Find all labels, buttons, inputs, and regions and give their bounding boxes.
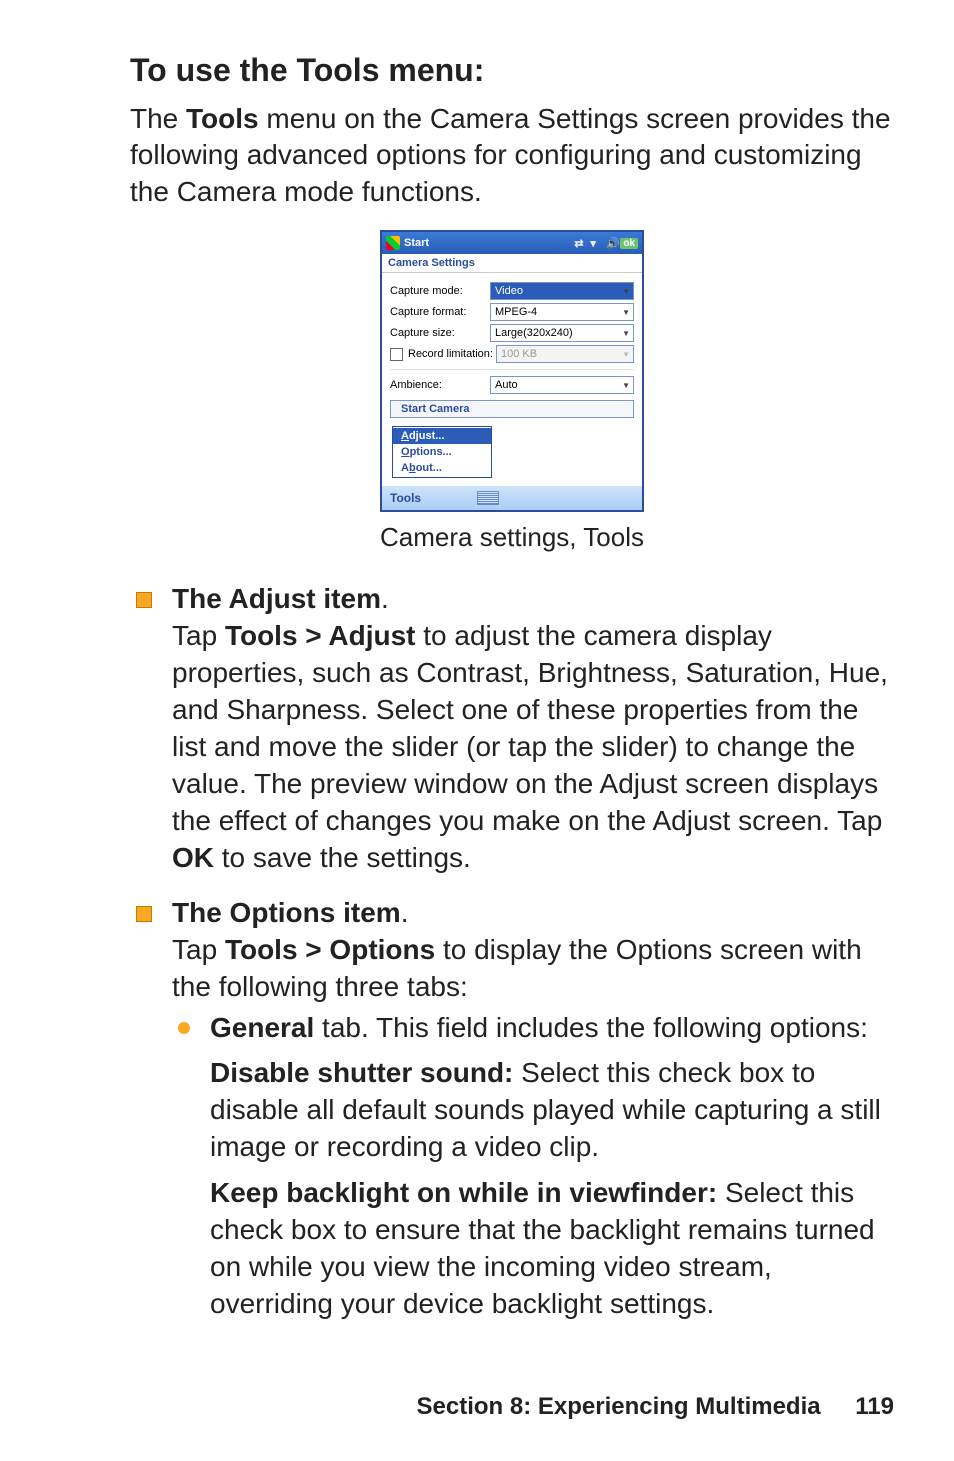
disable-shutter-paragraph: Disable shutter sound: Select this check… — [210, 1055, 894, 1166]
page-footer: Section 8: Experiencing Multimedia 119 — [130, 1393, 894, 1421]
row-capture-size: Capture size: Large(320x240) — [390, 324, 634, 342]
label-record-limit: Record limitation: — [408, 348, 496, 360]
bullet-adjust-title: The Adjust item — [172, 583, 381, 614]
label-capture-mode: Capture mode: — [390, 285, 490, 297]
ok-button[interactable]: ok — [620, 238, 638, 249]
bullet-adjust-mid: to adjust the camera display properties,… — [172, 620, 888, 836]
start-flag-icon — [386, 236, 400, 250]
intro-bold-tools: Tools — [186, 103, 259, 134]
footer-page-number: 119 — [855, 1393, 894, 1420]
bullet-adjust-tap-bold: Tools > Adjust — [225, 620, 416, 651]
disable-bold: Disable shutter sound: — [210, 1057, 513, 1088]
row-capture-mode: Capture mode: Video — [390, 282, 634, 300]
speaker-icon: 🔊 — [606, 237, 618, 249]
divider — [390, 369, 634, 370]
bullet-options-bold: Tools > Options — [225, 934, 435, 965]
titlebar: Start ⇄ ▾ 🔊 ok — [382, 232, 642, 254]
row-ambience: Ambience: Auto — [390, 376, 634, 394]
screenshot-caption: Camera settings, Tools — [130, 522, 894, 553]
bullet-adjust: The Adjust item. Tap Tools > Adjust to a… — [130, 581, 894, 877]
bullet-options-title: The Options item — [172, 897, 401, 928]
tools-softkey[interactable]: Tools — [390, 491, 421, 505]
checkbox-record-limit[interactable] — [390, 348, 403, 361]
start-label[interactable]: Start — [404, 237, 429, 249]
row-capture-format: Capture format: MPEG-4 — [390, 303, 634, 321]
menu-item-adjust[interactable]: Adjust... — [393, 428, 491, 444]
sub-bullet-list: General tab. This field includes the fol… — [172, 1010, 894, 1324]
tools-menu-popup: Adjust... Options... About... — [392, 426, 492, 478]
bullet-options-pre: Tap — [172, 934, 225, 965]
bullet-options: The Options item. Tap Tools > Options to… — [130, 895, 894, 1323]
screen-header: Camera Settings — [382, 254, 642, 273]
select-ambience[interactable]: Auto — [490, 376, 634, 394]
keep-bold: Keep backlight on while in viewfinder: — [210, 1177, 717, 1208]
keyboard-icon[interactable] — [477, 491, 499, 505]
general-bold: General — [210, 1012, 314, 1043]
camera-settings-screenshot: Start ⇄ ▾ 🔊 ok Camera Settings Capture m… — [380, 230, 644, 512]
general-post: tab. This field includes the following o… — [314, 1012, 868, 1043]
row-record-limit: Record limitation: 100 KB — [390, 345, 634, 363]
menu-item-options[interactable]: Options... — [393, 444, 491, 460]
label-capture-size: Capture size: — [390, 327, 490, 339]
bottom-bar: Tools — [382, 486, 642, 510]
select-capture-format[interactable]: MPEG-4 — [490, 303, 634, 321]
select-record-limit: 100 KB — [496, 345, 634, 363]
bullet-adjust-tap-pre: Tap — [172, 620, 225, 651]
label-capture-format: Capture format: — [390, 306, 490, 318]
heading-tools-menu: To use the Tools menu: — [130, 52, 894, 89]
bullet-list: The Adjust item. Tap Tools > Adjust to a… — [130, 581, 894, 1323]
sub-bullet-general: General tab. This field includes the fol… — [172, 1010, 894, 1324]
select-capture-mode[interactable]: Video — [490, 282, 634, 300]
keep-backlight-paragraph: Keep backlight on while in viewfinder: S… — [210, 1175, 894, 1323]
bullet-adjust-ok: OK — [172, 842, 214, 873]
intro-pre: The — [130, 103, 186, 134]
intro-paragraph: The Tools menu on the Camera Settings sc… — [130, 101, 894, 210]
label-ambience: Ambience: — [390, 379, 490, 391]
menu-item-about[interactable]: About... — [393, 460, 491, 476]
screenshot-container: Start ⇄ ▾ 🔊 ok Camera Settings Capture m… — [130, 230, 894, 512]
signal-icon: ▾ — [590, 237, 602, 249]
select-capture-size[interactable]: Large(320x240) — [490, 324, 634, 342]
footer-section: Section 8: Experiencing Multimedia — [417, 1393, 821, 1420]
connectivity-icon: ⇄ — [574, 237, 586, 249]
start-camera-button[interactable]: Start Camera — [390, 400, 634, 418]
bullet-adjust-post: to save the settings. — [214, 842, 471, 873]
